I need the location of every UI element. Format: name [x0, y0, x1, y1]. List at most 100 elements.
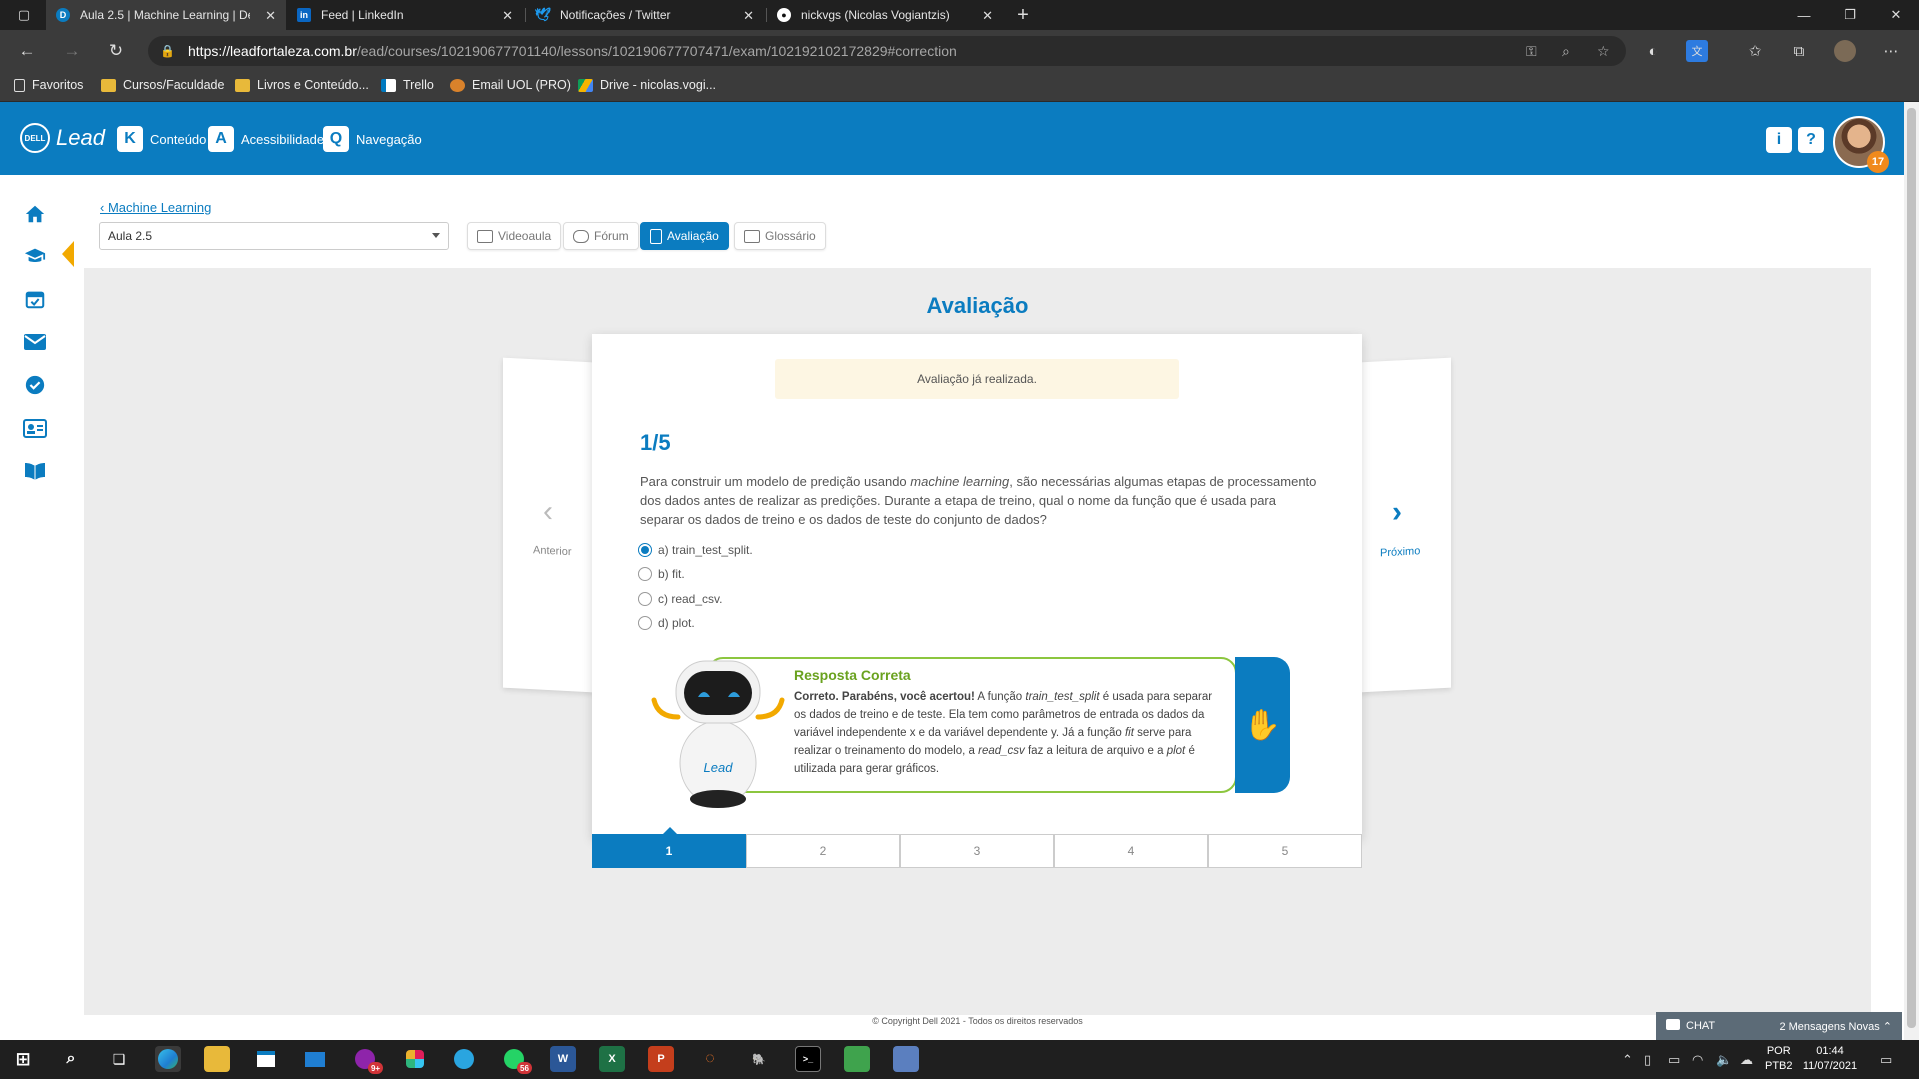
- new-tab-button[interactable]: +: [1005, 0, 1041, 30]
- browser-tab-linkedin[interactable]: in Feed | LinkedIn ✕: [287, 0, 523, 30]
- dell-lead-logo[interactable]: DELL Lead: [20, 123, 105, 153]
- help-button[interactable]: ?: [1798, 127, 1824, 153]
- chevron-right-icon[interactable]: ›: [1392, 495, 1402, 530]
- browser-tab-lead[interactable]: D Aula 2.5 | Machine Learning | De ✕: [46, 0, 286, 30]
- close-icon[interactable]: ✕: [265, 8, 276, 24]
- chrome-icon[interactable]: 9+: [352, 1046, 383, 1074]
- option-c[interactable]: c) read_csv.: [638, 592, 722, 606]
- option-a[interactable]: a) train_test_split.: [638, 543, 753, 557]
- wifi-icon[interactable]: ◠: [1692, 1052, 1703, 1068]
- bookmark-favoritos[interactable]: Favoritos: [14, 78, 83, 92]
- bookmark-trello[interactable]: Trello: [381, 78, 434, 92]
- radio[interactable]: [638, 567, 652, 581]
- minimize-button[interactable]: —: [1781, 0, 1827, 30]
- question-tab-1[interactable]: 1: [592, 827, 746, 868]
- option-b[interactable]: b) fit.: [638, 567, 685, 581]
- edge-icon[interactable]: [155, 1046, 181, 1072]
- chevron-left-icon[interactable]: ‹: [543, 495, 553, 530]
- onedrive-icon[interactable]: ☁: [1740, 1052, 1753, 1068]
- bookmark-uol[interactable]: Email UOL (PRO): [450, 78, 571, 92]
- favorite-star-icon[interactable]: ☆: [1597, 43, 1610, 60]
- whatsapp-icon[interactable]: 56: [501, 1046, 532, 1074]
- question-tab-4[interactable]: 4: [1054, 834, 1208, 868]
- info-button[interactable]: i: [1766, 127, 1792, 153]
- extension-icon[interactable]: ◐: [1642, 40, 1664, 62]
- close-icon[interactable]: ✕: [743, 8, 754, 24]
- radio[interactable]: [638, 592, 652, 606]
- forward-arrow-icon[interactable]: →: [60, 39, 84, 63]
- powerpoint-icon[interactable]: P: [648, 1046, 674, 1072]
- mail-icon[interactable]: [22, 329, 48, 355]
- key-icon[interactable]: ⚿: [1526, 43, 1537, 60]
- search-icon[interactable]: ⌕: [58, 1046, 84, 1072]
- bookmarks-bar: Favoritos Cursos/Faculdade Livros e Cont…: [0, 72, 1919, 102]
- excel-icon[interactable]: X: [599, 1046, 625, 1072]
- chevron-up-icon[interactable]: ⌃: [1622, 1052, 1633, 1068]
- close-icon[interactable]: ✕: [982, 8, 993, 24]
- device-icon[interactable]: ▯: [1644, 1052, 1651, 1068]
- slack-icon[interactable]: [402, 1046, 428, 1072]
- page-scrollbar[interactable]: [1904, 102, 1919, 1040]
- previous-question-card[interactable]: ‹ Anterior: [503, 357, 593, 693]
- book-icon[interactable]: [22, 458, 48, 484]
- verified-badge-icon[interactable]: [22, 372, 48, 398]
- task-view-icon[interactable]: ❏: [106, 1046, 132, 1072]
- restore-button[interactable]: ❐: [1827, 0, 1873, 30]
- id-card-icon[interactable]: [22, 415, 48, 441]
- battery-icon[interactable]: ▭: [1668, 1052, 1680, 1068]
- language-indicator[interactable]: POR PTB2: [1765, 1044, 1793, 1074]
- browser-tab-github[interactable]: ● nickvgs (Nicolas Vogiantzis) ✕: [767, 0, 1003, 30]
- sign-language-icon[interactable]: ✋: [1235, 657, 1290, 793]
- tab-glossario[interactable]: Glossário: [734, 222, 826, 250]
- close-window-button[interactable]: ✕: [1873, 0, 1919, 30]
- system-clock[interactable]: 01:44 11/07/2021: [1800, 1044, 1860, 1074]
- lesson-select[interactable]: Aula 2.5: [99, 222, 449, 250]
- telegram-icon[interactable]: [451, 1046, 477, 1072]
- bookmark-cursos[interactable]: Cursos/Faculdade: [101, 78, 224, 92]
- reload-icon[interactable]: ↻: [104, 39, 128, 63]
- mail-app-icon[interactable]: [302, 1046, 328, 1072]
- zoom-icon[interactable]: ⌕: [1562, 43, 1570, 60]
- tab-actions-icon[interactable]: ▢: [4, 0, 44, 30]
- graduation-cap-icon[interactable]: [22, 243, 48, 269]
- nav-conteudo[interactable]: K Conteúdo: [117, 126, 206, 152]
- scrollbar-thumb[interactable]: [1907, 108, 1916, 1028]
- tab-videoaula[interactable]: Videoaula: [467, 222, 562, 250]
- tab-avaliacao[interactable]: Avaliação: [640, 222, 729, 250]
- back-to-course-link[interactable]: ‹ Machine Learning: [100, 200, 211, 215]
- word-icon[interactable]: W: [550, 1046, 576, 1072]
- chat-widget[interactable]: CHAT 2 Mensagens Novas ⌃: [1656, 1012, 1902, 1040]
- terminal-icon[interactable]: >_: [795, 1046, 821, 1072]
- radio-selected[interactable]: [638, 543, 652, 557]
- jupyter-icon[interactable]: ◌: [697, 1046, 723, 1072]
- file-explorer-icon[interactable]: [204, 1046, 230, 1072]
- back-arrow-icon[interactable]: ←: [15, 39, 39, 63]
- question-tab-2[interactable]: 2: [746, 834, 900, 868]
- profile-avatar[interactable]: [1834, 40, 1856, 62]
- close-icon[interactable]: ✕: [502, 8, 513, 24]
- url-bar[interactable]: 🔒 https://leadfortaleza.com.br/ead/cours…: [148, 36, 1626, 66]
- postgres-icon[interactable]: 🐘: [746, 1046, 772, 1072]
- home-icon[interactable]: [22, 201, 48, 227]
- bookmark-drive[interactable]: Drive - nicolas.vogi...: [578, 78, 716, 92]
- question-tab-3[interactable]: 3: [900, 834, 1054, 868]
- browser-tab-twitter[interactable]: 🕊 Notificações / Twitter ✕: [526, 0, 764, 30]
- more-icon[interactable]: ⋯: [1880, 40, 1902, 62]
- bookmark-livros[interactable]: Livros e Conteúdo...: [235, 78, 369, 92]
- option-d[interactable]: d) plot.: [638, 616, 695, 630]
- windows-start-icon[interactable]: ⊞: [10, 1046, 36, 1072]
- favorites-icon[interactable]: ✩: [1744, 40, 1766, 62]
- notifications-icon[interactable]: ▭: [1880, 1052, 1892, 1068]
- volume-icon[interactable]: 🔈: [1716, 1052, 1732, 1068]
- tab-forum[interactable]: Fórum: [563, 222, 639, 250]
- next-question-card[interactable]: › Próximo: [1360, 357, 1451, 693]
- radio[interactable]: [638, 616, 652, 630]
- question-tab-5[interactable]: 5: [1208, 834, 1362, 868]
- collections-icon[interactable]: ⧉: [1788, 40, 1810, 62]
- snipping-tool-icon[interactable]: [893, 1046, 919, 1072]
- notepad-plus-icon[interactable]: [844, 1046, 870, 1072]
- translate-icon[interactable]: 文: [1686, 40, 1708, 62]
- nav-acessibilidade[interactable]: A Acessibilidade: [208, 126, 324, 152]
- nav-navegacao[interactable]: Q Navegação: [323, 126, 422, 152]
- store-icon[interactable]: [253, 1046, 279, 1072]
